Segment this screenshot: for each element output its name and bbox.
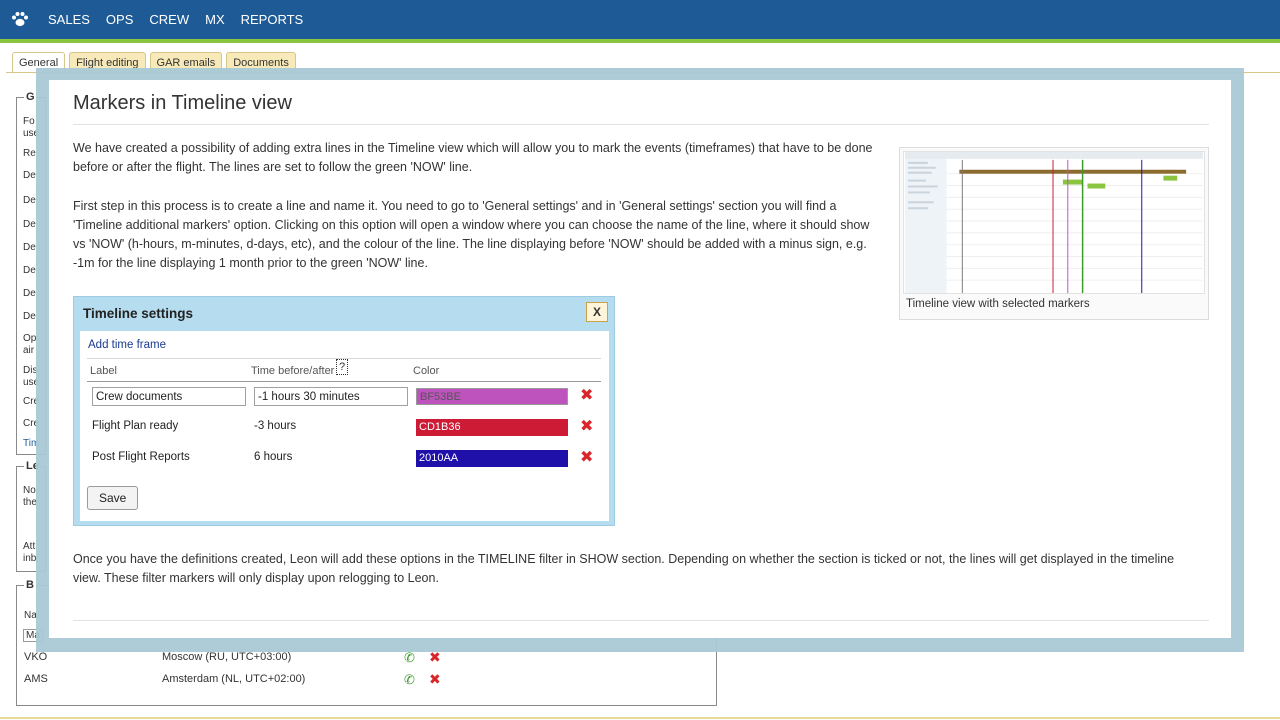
color-swatch[interactable]: BF53BE xyxy=(416,388,568,405)
nav-sales[interactable]: SALES xyxy=(40,0,98,39)
marker-time: -3 hours xyxy=(254,420,297,432)
marker-label: Post Flight Reports xyxy=(92,451,190,463)
marker-time: 6 hours xyxy=(254,451,293,463)
setting-label: De xyxy=(23,265,36,276)
intro-paragraph: We have created a possibility of adding … xyxy=(73,141,873,174)
delete-icon[interactable]: ✖ xyxy=(580,385,593,405)
close-button[interactable]: X xyxy=(586,302,608,322)
setting-label: De xyxy=(23,219,36,230)
save-button[interactable]: Save xyxy=(87,486,139,510)
setting-label: Op xyxy=(23,333,37,344)
nav-crew[interactable]: CREW xyxy=(141,0,197,39)
airport-code: VKO xyxy=(24,651,48,663)
nav-ops[interactable]: OPS xyxy=(98,0,141,39)
phone-icon[interactable]: ✆ xyxy=(404,672,415,688)
divider xyxy=(73,620,1209,621)
column-header-time: Time before/after xyxy=(251,365,335,377)
divider xyxy=(73,124,1209,125)
help-modal: Markers in Timeline view We have created… xyxy=(49,80,1231,638)
delete-icon[interactable]: ✖ xyxy=(580,447,593,467)
modal-title: Markers in Timeline view xyxy=(73,92,292,114)
add-time-frame-link[interactable]: Add time frame xyxy=(88,339,166,351)
divider xyxy=(87,381,601,382)
setting-label: the xyxy=(23,497,37,508)
setting-label: Att xyxy=(23,541,36,552)
fieldset-legend: B xyxy=(24,579,36,591)
label-input[interactable] xyxy=(92,387,246,406)
color-swatch[interactable]: 2010AA xyxy=(416,450,568,467)
steps-paragraph: First step in this process is to create … xyxy=(73,199,870,270)
column-header: Na xyxy=(24,610,37,621)
timeline-screenshot-image xyxy=(903,151,1205,294)
paw-icon[interactable] xyxy=(10,9,30,29)
dialog-title: Timeline settings xyxy=(83,306,194,321)
column-header-color: Color xyxy=(413,365,440,377)
help-icon[interactable]: ? xyxy=(336,359,348,375)
nav-mx[interactable]: MX xyxy=(197,0,233,39)
thumbnail-caption: Timeline view with selected markers xyxy=(906,298,1090,310)
nav-accent-line xyxy=(0,39,1280,43)
delete-icon[interactable]: ✖ xyxy=(429,671,441,688)
closing-paragraph: Once you have the definitions created, L… xyxy=(73,552,1175,585)
timeline-settings-dialog: Timeline settings X Add time frame Label… xyxy=(73,296,615,526)
dialog-body: Add time frame Label Time before/after ?… xyxy=(80,331,609,521)
fieldset-legend: G xyxy=(24,91,37,103)
main-menu: SALES OPS CREW MX REPORTS xyxy=(40,0,311,39)
setting-label: De xyxy=(23,311,36,322)
airport-city: Amsterdam (NL, UTC+02:00) xyxy=(162,673,306,685)
airport-code: AMS xyxy=(24,673,48,685)
page-bottom-border xyxy=(0,717,1280,719)
setting-label: Fo xyxy=(23,116,35,127)
marker-label: Flight Plan ready xyxy=(92,420,179,432)
setting-label: No xyxy=(23,485,36,496)
setting-label: De xyxy=(23,242,36,253)
setting-label: De xyxy=(23,288,36,299)
color-swatch[interactable]: CD1B36 xyxy=(416,419,568,436)
airport-city: Moscow (RU, UTC+03:00) xyxy=(162,651,292,663)
setting-label: De xyxy=(23,170,36,181)
timeline-thumbnail[interactable]: Timeline view with selected markers xyxy=(899,147,1209,320)
setting-label: Re xyxy=(23,148,36,159)
delete-icon[interactable]: ✖ xyxy=(580,416,593,436)
phone-icon[interactable]: ✆ xyxy=(404,650,415,666)
time-input[interactable] xyxy=(254,387,408,406)
nav-reports[interactable]: REPORTS xyxy=(233,0,312,39)
top-nav-bar: SALES OPS CREW MX REPORTS xyxy=(0,0,1280,39)
setting-label: air xyxy=(23,345,35,356)
setting-label: inb xyxy=(23,553,37,564)
setting-label: De xyxy=(23,195,36,206)
column-header-label: Label xyxy=(90,365,117,377)
